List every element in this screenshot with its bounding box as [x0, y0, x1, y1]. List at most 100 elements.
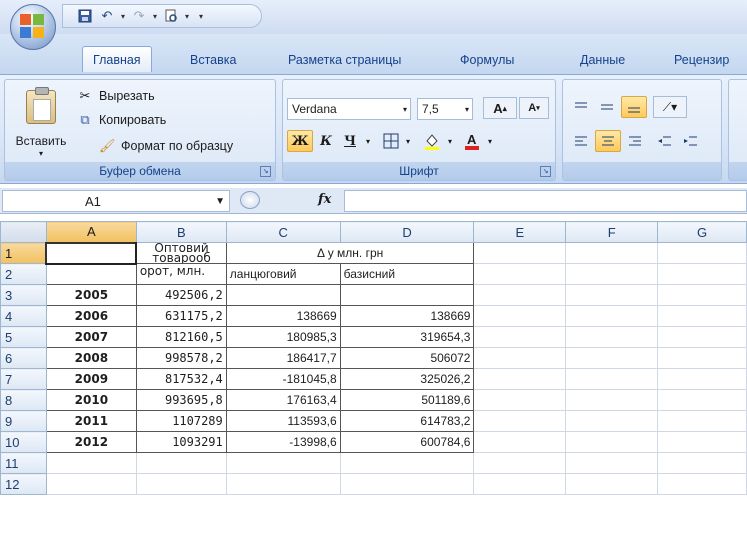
row-header[interactable]: 7	[0, 368, 47, 390]
cell-f4[interactable]	[565, 305, 659, 327]
chain-delta-cell[interactable]: 180985,3	[225, 326, 341, 348]
align-left-button[interactable]	[569, 130, 593, 152]
align-bottom-button[interactable]	[621, 96, 647, 118]
italic-button[interactable]: К	[315, 130, 337, 152]
chain-delta-cell[interactable]: 176163,4	[225, 389, 341, 411]
cell-d12[interactable]	[339, 473, 475, 495]
cell-f3[interactable]	[565, 284, 659, 306]
fill-color-button[interactable]	[419, 130, 445, 152]
tab-formulas[interactable]: Формулы	[450, 48, 524, 72]
paste-dropdown-icon[interactable]: ▾	[39, 149, 43, 158]
year-cell[interactable]: 2012	[45, 431, 137, 453]
paste-button[interactable]: Вставить ▾	[11, 86, 71, 160]
name-box[interactable]: A1 ▼	[2, 190, 230, 212]
cell-a12[interactable]	[45, 473, 137, 495]
row-header-11[interactable]: 11	[0, 452, 47, 474]
base-delta-cell[interactable]: 325026,2	[339, 368, 475, 390]
align-top-button[interactable]	[569, 96, 593, 118]
row-header[interactable]: 5	[0, 326, 47, 348]
font-family-select[interactable]: Verdana ▾	[287, 98, 411, 120]
chevron-down-icon[interactable]: ▼	[215, 196, 225, 207]
column-header-b[interactable]: B	[135, 221, 227, 243]
cell-g3[interactable]	[657, 284, 747, 306]
cell-f11[interactable]	[565, 452, 659, 474]
customize-qat-icon[interactable]: ▾	[199, 12, 203, 21]
cell-g11[interactable]	[657, 452, 747, 474]
align-middle-button[interactable]	[595, 96, 619, 118]
cell-b12[interactable]	[135, 473, 227, 495]
cell-e1[interactable]	[473, 242, 567, 264]
fill-color-dropdown-icon[interactable]: ▾	[445, 130, 455, 152]
column-header-e[interactable]: E	[473, 221, 567, 243]
cell-f10[interactable]	[565, 431, 659, 453]
turnover-cell[interactable]: 492506,2	[135, 284, 227, 306]
font-size-select[interactable]: 7,5 ▾	[417, 98, 473, 120]
cell-f9[interactable]	[565, 410, 659, 432]
chain-delta-cell[interactable]: -13998,6	[225, 431, 341, 453]
base-delta-cell[interactable]: 506072	[339, 347, 475, 369]
cell-e5[interactable]	[473, 326, 567, 348]
base-delta-cell[interactable]: 600784,6	[339, 431, 475, 453]
font-launcher-icon[interactable]: ↘	[540, 166, 551, 177]
cell-b11[interactable]	[135, 452, 227, 474]
row-header[interactable]: 6	[0, 347, 47, 369]
tab-page-layout[interactable]: Разметка страницы	[278, 48, 411, 72]
turnover-cell[interactable]: 817532,4	[135, 368, 227, 390]
cell-g4[interactable]	[657, 305, 747, 327]
cell-e9[interactable]	[473, 410, 567, 432]
shrink-font-button[interactable]: A ▾	[519, 97, 549, 119]
save-icon[interactable]	[77, 8, 93, 24]
font-color-button[interactable]: A	[459, 130, 485, 152]
cell-g12[interactable]	[657, 473, 747, 495]
borders-button[interactable]	[379, 130, 403, 152]
row-header-1[interactable]: 1	[0, 242, 47, 264]
cell-b1[interactable]: Оптовий товарооб	[135, 242, 227, 264]
column-header-f[interactable]: F	[565, 221, 659, 243]
formula-input[interactable]	[344, 190, 747, 212]
turnover-cell[interactable]: 812160,5	[135, 326, 227, 348]
tab-home[interactable]: Главная	[82, 46, 152, 72]
undo-icon[interactable]: ↶	[99, 8, 115, 24]
formula-bar-resize-handle[interactable]	[240, 191, 260, 209]
borders-dropdown-icon[interactable]: ▾	[403, 130, 413, 152]
undo-dropdown-icon[interactable]: ▾	[121, 12, 125, 21]
base-delta-cell[interactable]	[339, 284, 475, 306]
cell-c12[interactable]	[225, 473, 341, 495]
bold-button[interactable]: Ж	[287, 130, 313, 152]
cell-f1[interactable]	[565, 242, 659, 264]
turnover-cell[interactable]: 1093291	[135, 431, 227, 453]
chain-delta-cell[interactable]: -181045,8	[225, 368, 341, 390]
cell-g6[interactable]	[657, 347, 747, 369]
select-all-corner[interactable]	[0, 221, 47, 243]
year-cell[interactable]: 2009	[45, 368, 137, 390]
format-painter-button[interactable]: 🖌 Формат по образцу	[99, 136, 233, 156]
turnover-cell[interactable]: 631175,2	[135, 305, 227, 327]
cell-c2[interactable]: ланцюговий	[225, 263, 341, 285]
tab-review[interactable]: Рецензир	[664, 48, 739, 72]
cell-b2[interactable]: орот, млн.	[135, 263, 227, 285]
row-header[interactable]: 3	[0, 284, 47, 306]
cell-a11[interactable]	[45, 452, 137, 474]
tab-data[interactable]: Данные	[570, 48, 635, 72]
underline-dropdown-icon[interactable]: ▾	[363, 130, 373, 152]
cell-f7[interactable]	[565, 368, 659, 390]
column-header-a[interactable]: A	[45, 221, 137, 243]
chain-delta-cell[interactable]: 186417,7	[225, 347, 341, 369]
font-color-dropdown-icon[interactable]: ▾	[485, 130, 495, 152]
orientation-button[interactable]: ⟋▾	[653, 96, 687, 118]
cell-f6[interactable]	[565, 347, 659, 369]
cut-button[interactable]: ✂ Вырезать	[77, 86, 155, 106]
base-delta-cell[interactable]: 614783,2	[339, 410, 475, 432]
cell-e7[interactable]	[473, 368, 567, 390]
row-header-2[interactable]: 2	[0, 263, 47, 285]
row-header[interactable]: 9	[0, 410, 47, 432]
cell-f2[interactable]	[565, 263, 659, 285]
cell-e6[interactable]	[473, 347, 567, 369]
cell-e11[interactable]	[473, 452, 567, 474]
row-header-12[interactable]: 12	[0, 473, 47, 495]
cell-g10[interactable]	[657, 431, 747, 453]
turnover-cell[interactable]: 1107289	[135, 410, 227, 432]
cell-g1[interactable]	[657, 242, 747, 264]
cell-f8[interactable]	[565, 389, 659, 411]
column-header-d[interactable]: D	[339, 221, 475, 243]
